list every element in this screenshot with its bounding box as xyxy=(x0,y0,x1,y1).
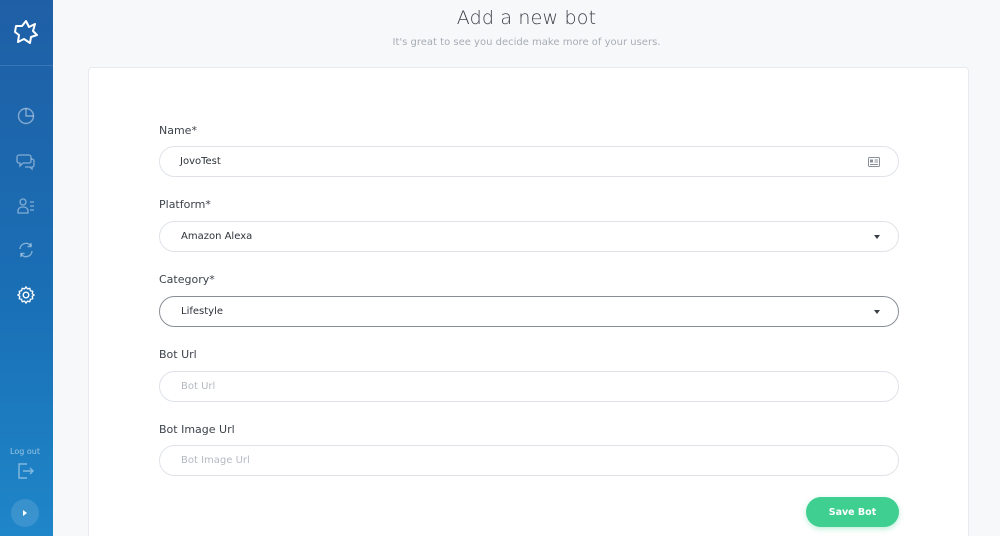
sidebar-divider xyxy=(0,65,53,66)
sidebar: Log out xyxy=(0,0,53,536)
platform-label: Platform* xyxy=(159,198,211,211)
logout-label[interactable]: Log out xyxy=(0,447,50,456)
logo-icon[interactable] xyxy=(12,18,40,46)
category-select[interactable]: Lifestyle xyxy=(159,296,899,327)
contact-card-icon xyxy=(868,156,880,167)
page-title: Add a new bot xyxy=(456,7,597,29)
sidebar-item-dashboard[interactable] xyxy=(14,104,38,128)
gear-icon xyxy=(17,286,35,304)
logout-icon[interactable] xyxy=(15,461,35,481)
save-bot-button[interactable]: Save Bot xyxy=(806,497,899,527)
bot-url-field[interactable]: Bot Url xyxy=(159,371,899,402)
bot-image-url-placeholder: Bot Image Url xyxy=(181,455,250,466)
expand-sidebar-button[interactable] xyxy=(11,499,39,527)
chevron-down-icon xyxy=(874,309,880,314)
sidebar-item-conversations[interactable] xyxy=(14,149,38,173)
sidebar-item-settings[interactable] xyxy=(14,283,38,307)
name-label: Name* xyxy=(159,124,197,137)
chevron-down-icon xyxy=(874,234,880,239)
sidebar-item-sync[interactable] xyxy=(14,238,38,262)
bot-image-url-label: Bot Image Url xyxy=(159,423,235,436)
name-field[interactable]: JovoTest xyxy=(159,146,899,177)
bot-url-label: Bot Url xyxy=(159,348,197,361)
platform-select[interactable]: Amazon Alexa xyxy=(159,221,899,252)
pie-chart-icon xyxy=(17,107,35,125)
user-list-icon xyxy=(17,198,34,214)
page-subtitle: It's great to see you decide make more o… xyxy=(392,37,661,48)
bot-url-placeholder: Bot Url xyxy=(181,381,216,392)
chat-bubbles-icon xyxy=(16,154,35,171)
platform-value: Amazon Alexa xyxy=(181,231,253,242)
play-arrow-icon xyxy=(23,510,27,516)
sidebar-item-users[interactable] xyxy=(14,194,38,218)
category-value: Lifestyle xyxy=(181,306,224,317)
category-label: Category* xyxy=(159,273,215,286)
refresh-icon xyxy=(19,242,33,258)
bot-image-url-field[interactable]: Bot Image Url xyxy=(159,445,899,476)
name-value: JovoTest xyxy=(180,156,221,167)
